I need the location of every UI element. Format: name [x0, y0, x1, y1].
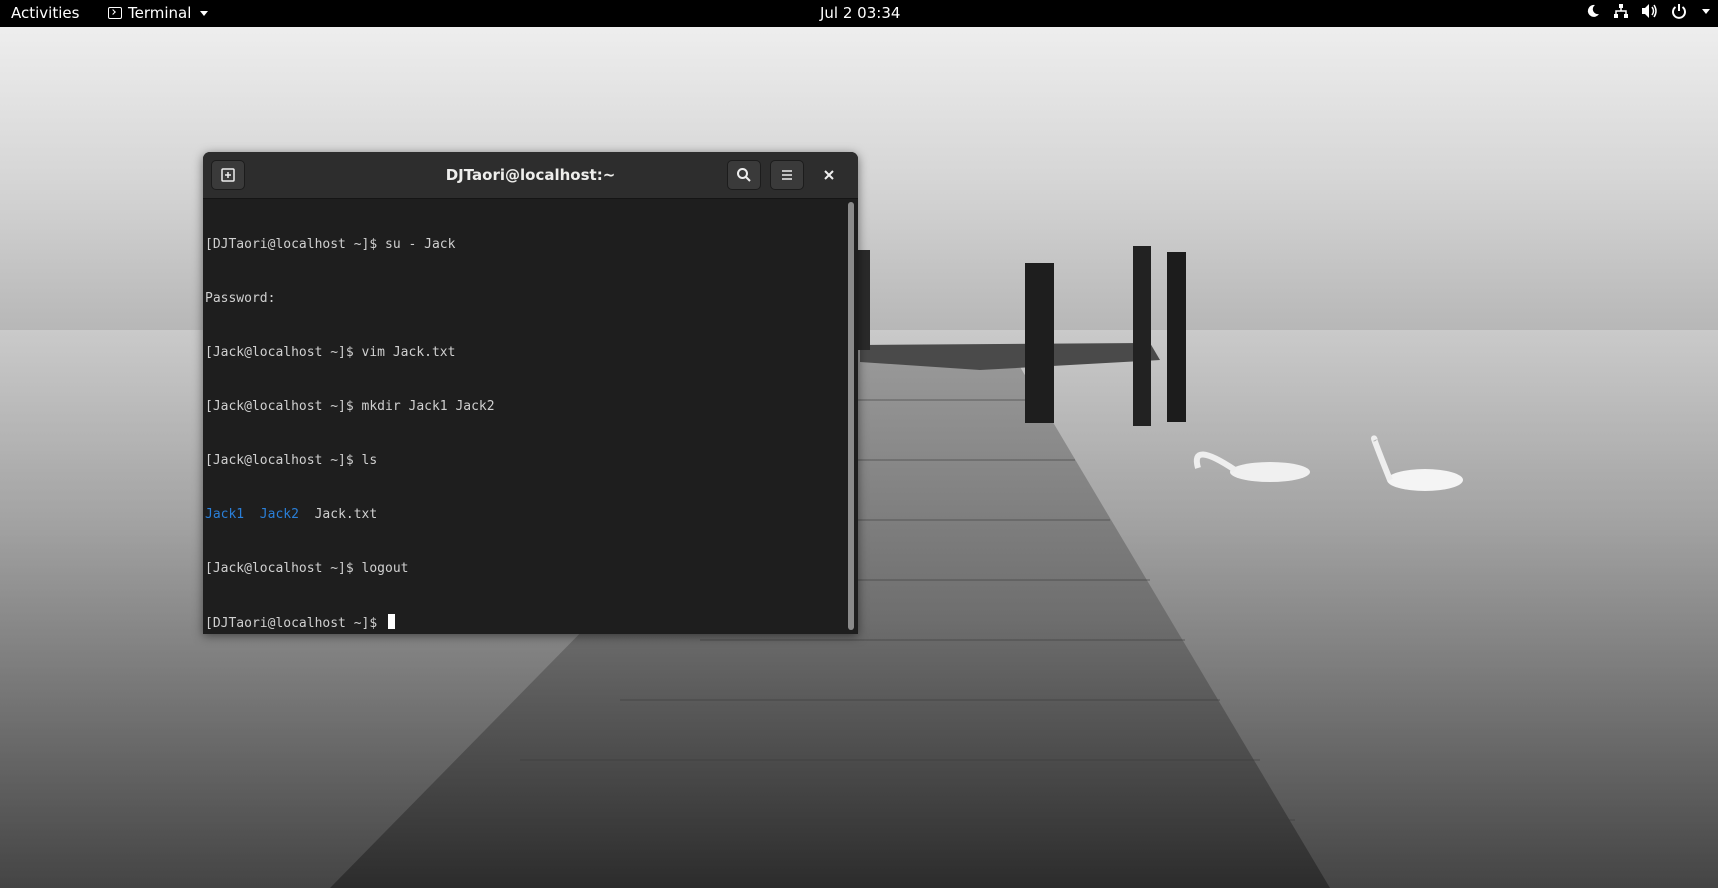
status-menu[interactable] — [1585, 3, 1710, 19]
close-icon — [824, 170, 834, 180]
terminal-line: [Jack@localhost ~]$ vim Jack.txt — [205, 345, 456, 360]
activities-button[interactable]: Activities — [11, 4, 79, 22]
hamburger-menu-icon — [782, 170, 792, 180]
terminal-line: [Jack@localhost ~]$ ls — [205, 453, 378, 468]
directory-entry: Jack1 — [205, 507, 245, 522]
close-button[interactable] — [818, 164, 840, 186]
chevron-down-icon — [1702, 8, 1710, 14]
top-bar: Activities Terminal Jul 2 03:34 — [0, 0, 1718, 27]
terminal-app-icon — [108, 7, 122, 19]
terminal-line: [Jack@localhost ~]$ mkdir Jack1 Jack2 — [205, 399, 495, 414]
menu-button[interactable] — [770, 160, 804, 190]
terminal-line: Password: — [205, 291, 276, 306]
night-light-icon — [1587, 4, 1599, 17]
search-icon — [737, 168, 751, 182]
scrollbar[interactable] — [848, 202, 854, 630]
text-cursor — [388, 614, 396, 629]
volume-icon — [1642, 4, 1657, 18]
terminal-line: [DJTaori@localhost ~]$ su - Jack — [205, 237, 456, 252]
network-icon — [1614, 4, 1628, 18]
terminal-line: [Jack@localhost ~]$ logout — [205, 561, 409, 576]
file-entry: Jack.txt — [314, 507, 378, 522]
terminal-output[interactable]: [DJTaori@localhost ~]$ su - Jack Passwor… — [205, 200, 845, 632]
prompt-line[interactable]: [DJTaori@localhost ~]$ — [205, 614, 845, 632]
power-icon — [1672, 4, 1686, 19]
terminal-window[interactable]: DJTaori@localhost:~ [DJTaori@localhost ~… — [203, 152, 858, 634]
shell-prompt: [DJTaori@localhost ~]$ — [205, 616, 386, 631]
chevron-down-icon — [200, 10, 209, 16]
ls-output-line: Jack1 Jack2 Jack.txt — [205, 506, 845, 524]
desktop: Activities Terminal Jul 2 03:34 DJTaori@… — [0, 0, 1718, 888]
app-menu-label: Terminal — [128, 4, 192, 22]
search-button[interactable] — [727, 160, 761, 190]
directory-entry: Jack2 — [259, 507, 299, 522]
clock[interactable]: Jul 2 03:34 — [820, 4, 900, 22]
app-menu-button[interactable]: Terminal — [108, 4, 209, 22]
header-bar[interactable]: DJTaori@localhost:~ — [203, 152, 858, 199]
